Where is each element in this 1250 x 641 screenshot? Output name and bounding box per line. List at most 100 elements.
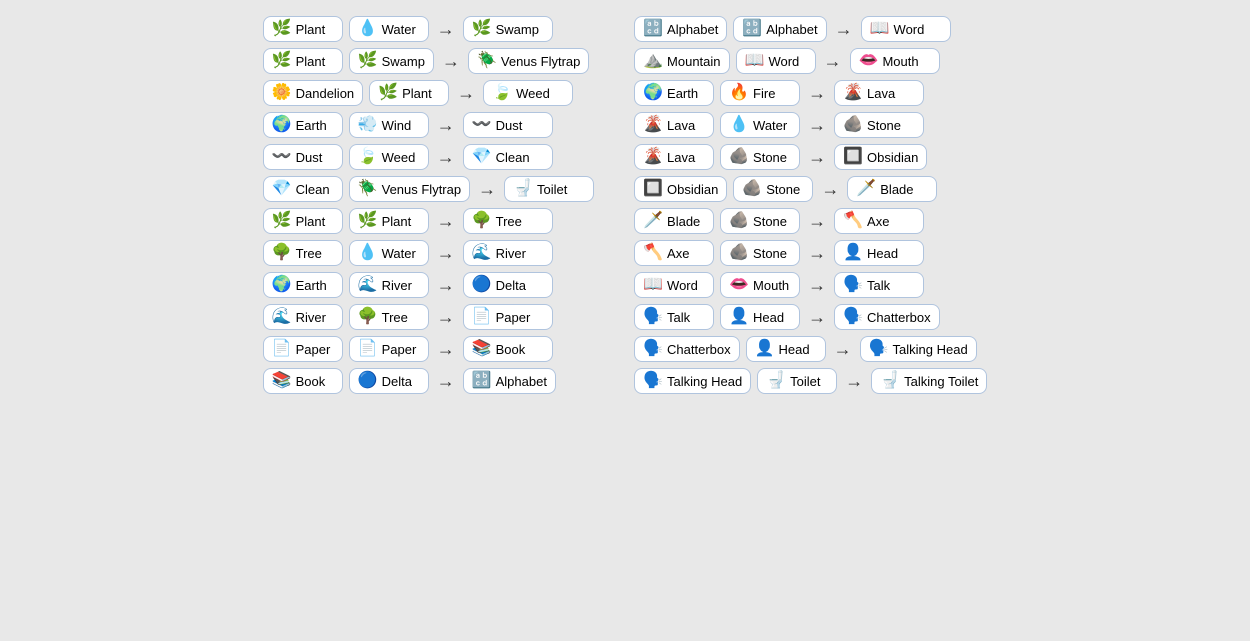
ingredient-label: Venus Flytrap (382, 182, 462, 197)
ingredient-icon: 🗣️ (643, 373, 663, 389)
ingredient-box: 🗡️ Blade (634, 208, 714, 234)
arrow-icon: → (808, 243, 826, 264)
result-icon: 🌿 (472, 21, 492, 37)
ingredient-icon: 🌍 (643, 85, 663, 101)
ingredient-label: Mountain (667, 54, 720, 69)
ingredient-box: 🚽Toilet (757, 368, 837, 394)
ingredient-box: 🌋Lava (634, 112, 714, 138)
result-label: Mouth (882, 54, 918, 69)
ingredient-box: 🌋Lava (634, 144, 714, 170)
ingredient-label: Earth (296, 118, 327, 133)
ingredient-icon: 🔵 (358, 373, 378, 389)
result-box: 〰️Dust (463, 112, 553, 138)
ingredient-box: 📄Paper (263, 336, 343, 362)
result-label: Tree (496, 214, 522, 229)
ingredient-box: 🗣️Talking Head (634, 368, 751, 394)
result-icon: 👄 (859, 53, 879, 69)
result-label: Paper (496, 310, 531, 325)
result-icon: 💎 (472, 149, 492, 165)
result-icon: 🗣️ (843, 309, 863, 325)
arrow-icon: → (437, 243, 455, 264)
result-label: Talking Toilet (904, 374, 978, 389)
result-label: Alphabet (496, 374, 547, 389)
ingredient-icon: 🌿 (358, 213, 378, 229)
result-label: Talking Head (893, 342, 968, 357)
ingredient-icon: 🪲 (358, 181, 378, 197)
arrow-icon: → (808, 211, 826, 232)
recipe-row: 💎Clean🪲Venus Flytrap→🚽Toilet (263, 176, 594, 202)
arrow-icon: → (845, 371, 863, 392)
ingredient-box: 〰️Dust (263, 144, 343, 170)
ingredient-box: 💨Wind (349, 112, 429, 138)
result-icon: 👤 (843, 245, 863, 261)
left-recipes: 🌿Plant💧Water→🌿Swamp🌿Plant🌿Swamp→🪲Venus F… (263, 16, 594, 394)
arrow-icon: → (442, 51, 460, 72)
result-box: 👤Head (834, 240, 924, 266)
ingredient-icon: 💧 (358, 21, 378, 37)
result-box: 📖 Word (861, 16, 951, 42)
recipe-row: 🌼Dandelion🌿Plant→🍃Weed (263, 80, 594, 106)
right-recipes: 🔡Alphabet🔡Alphabet→📖Word⛰️Mountain📖Word→… (634, 16, 987, 394)
ingredient-box: 💧 Water (349, 16, 429, 42)
ingredient-box: 🌳Tree (263, 240, 343, 266)
arrow-icon: → (437, 275, 455, 296)
ingredient-label: Alphabet (667, 22, 718, 37)
ingredient-box: 🌳Tree (349, 304, 429, 330)
result-label: Weed (516, 86, 550, 101)
recipe-row: 📚Book🔵Delta→🔡Alphabet (263, 368, 594, 394)
ingredient-icon: 📄 (358, 341, 378, 357)
ingredient-box: 🪨Stone (720, 208, 800, 234)
arrow-icon: → (808, 115, 826, 136)
ingredient-label: Blade (667, 214, 700, 229)
ingredient-label: Stone (753, 150, 787, 165)
ingredient-label: Water (382, 22, 416, 37)
ingredient-box: 💧Water (349, 240, 429, 266)
result-box: 🚽Talking Toilet (871, 368, 987, 394)
result-label: Blade (880, 182, 913, 197)
result-icon: 📖 (870, 21, 890, 37)
result-label: Lava (867, 86, 895, 101)
ingredient-icon: 🗡️ (643, 213, 663, 229)
ingredient-label: Dandelion (296, 86, 355, 101)
ingredient-label: Plant (382, 214, 412, 229)
ingredient-icon: 👤 (755, 341, 775, 357)
result-icon: 🌊 (472, 245, 492, 261)
result-box: 🪓Axe (834, 208, 924, 234)
ingredient-box: 📖Word (736, 48, 816, 74)
ingredient-icon: 📄 (272, 341, 292, 357)
ingredient-label: Swamp (382, 54, 425, 69)
ingredient-label: Chatterbox (667, 342, 731, 357)
result-label: Venus Flytrap (501, 54, 581, 69)
result-label: Dust (496, 118, 523, 133)
result-label: Swamp (496, 22, 539, 37)
ingredient-box: 🌼Dandelion (263, 80, 363, 106)
result-icon: 🔲 (843, 149, 863, 165)
arrow-icon: → (437, 211, 455, 232)
arrow-icon: → (808, 83, 826, 104)
result-icon: 🗣️ (843, 277, 863, 293)
result-label: Book (496, 342, 526, 357)
ingredient-label: Tree (382, 310, 408, 325)
ingredient-box: 🌍 Earth (634, 80, 714, 106)
ingredient-label: Earth (667, 86, 698, 101)
ingredient-icon: 🪨 (729, 149, 749, 165)
result-box: 🌋Lava (834, 80, 924, 106)
ingredient-label: Plant (296, 54, 326, 69)
ingredient-label: Axe (667, 246, 689, 261)
result-box: 📚Book (463, 336, 553, 362)
ingredient-label: Head (753, 310, 784, 325)
ingredient-label: Plant (296, 22, 326, 37)
arrow-icon: → (835, 19, 853, 40)
ingredient-label: Book (296, 374, 326, 389)
ingredient-box: 🗣️Talk (634, 304, 714, 330)
result-label: Word (894, 22, 925, 37)
arrow-icon: → (457, 83, 475, 104)
ingredient-label: River (382, 278, 412, 293)
ingredient-box: 🌿Plant (369, 80, 449, 106)
result-box: 📄Paper (463, 304, 553, 330)
result-box: 🗣️Talking Head (860, 336, 977, 362)
result-box: 🪲Venus Flytrap (468, 48, 589, 74)
ingredient-icon: 🪨 (729, 213, 749, 229)
ingredient-box: 🍃Weed (349, 144, 429, 170)
result-box: 👄Mouth (850, 48, 940, 74)
